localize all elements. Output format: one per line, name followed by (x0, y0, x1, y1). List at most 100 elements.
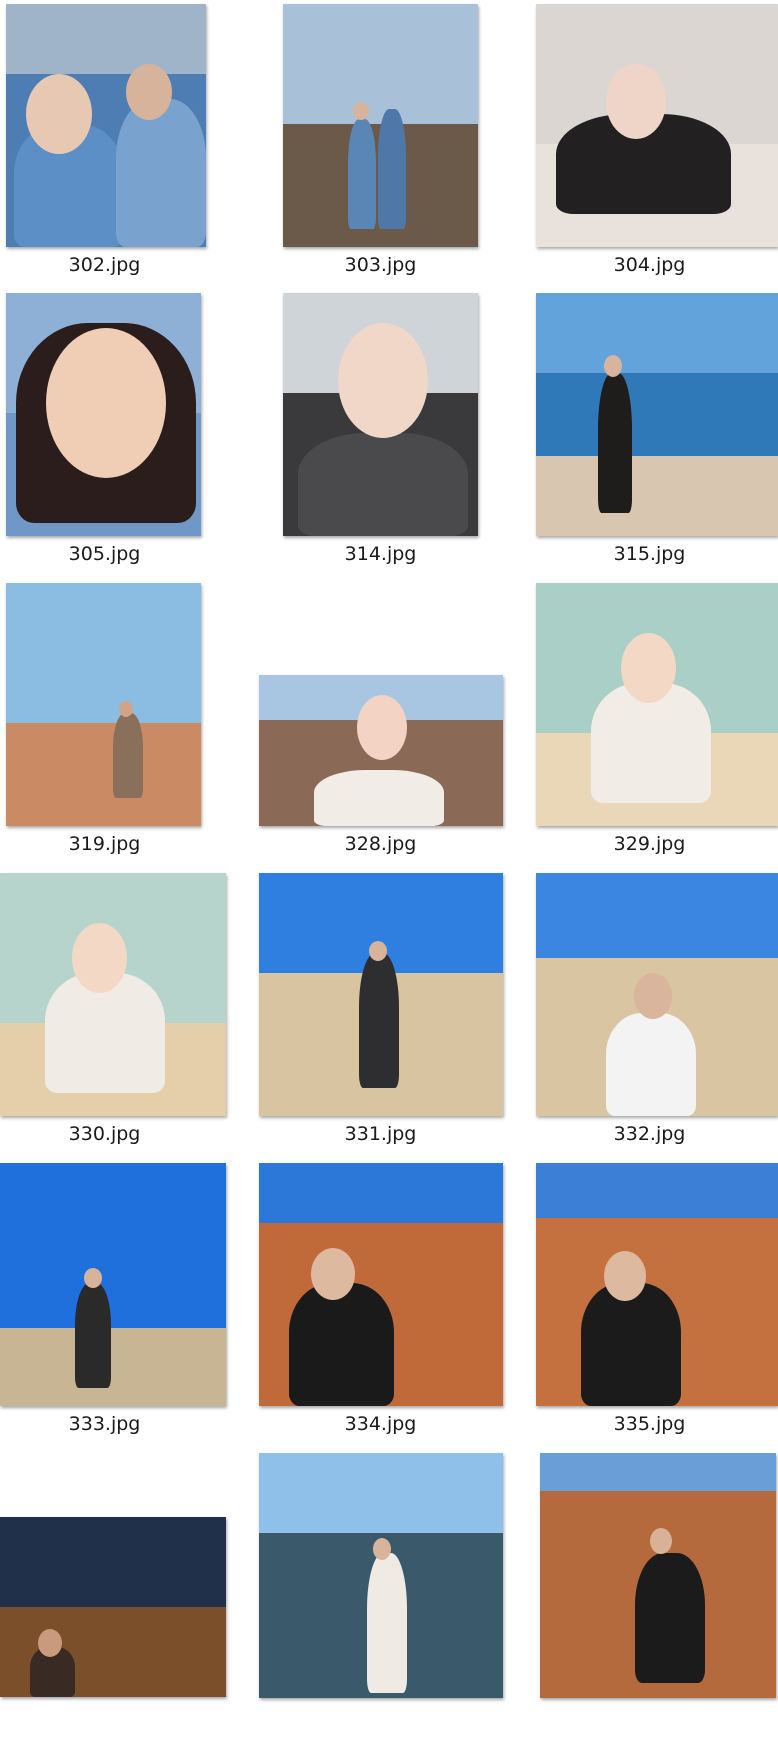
thumb-head (604, 355, 622, 377)
thumb-sky (536, 293, 778, 373)
file-tile[interactable]: 328.jpg (259, 580, 518, 870)
file-tile[interactable]: 333.jpg (0, 1160, 259, 1450)
thumb-sky (0, 1517, 226, 1607)
image-thumbnail[interactable] (259, 675, 503, 826)
file-tile[interactable]: 304.jpg (518, 0, 778, 290)
file-name: 328.jpg (344, 833, 417, 855)
file-name: 335.jpg (613, 1413, 686, 1435)
image-thumbnail[interactable] (0, 1163, 226, 1406)
thumb-head (38, 1629, 62, 1657)
file-name: 330.jpg (68, 1123, 141, 1145)
thumb-figure (75, 1283, 111, 1388)
thumb-sky (536, 1163, 778, 1218)
thumb-head (311, 1248, 355, 1300)
thumb-head (650, 1528, 672, 1554)
thumb-figure-2 (116, 99, 206, 247)
file-grid: 302.jpg 303.jpg 304.jpg 305.jpg 314.jpg … (0, 0, 778, 1698)
image-thumbnail[interactable] (536, 4, 778, 247)
thumb-figure (635, 1553, 705, 1683)
file-tile[interactable]: 334.jpg (259, 1160, 518, 1450)
image-thumbnail[interactable] (540, 1453, 776, 1698)
file-tile[interactable]: 329.jpg (518, 580, 778, 870)
thumb-figure (113, 713, 143, 798)
thumb-figure (367, 1553, 407, 1693)
thumb-head (26, 74, 92, 154)
thumb-ground (536, 373, 778, 456)
file-tile[interactable]: 305.jpg (0, 290, 259, 580)
thumb-head (634, 973, 672, 1019)
thumb-figure (289, 1283, 394, 1406)
image-thumbnail[interactable] (536, 583, 778, 826)
file-name: 314.jpg (344, 543, 417, 565)
file-tile[interactable]: 303.jpg (259, 0, 518, 290)
thumb-sky (259, 1453, 503, 1533)
thumb-figure (581, 1283, 681, 1406)
thumb-head (72, 923, 127, 993)
thumb-head (84, 1268, 102, 1288)
image-thumbnail[interactable] (536, 293, 778, 536)
thumb-head (369, 941, 387, 961)
file-name: 315.jpg (613, 543, 686, 565)
file-name: 302.jpg (68, 254, 141, 276)
thumb-sky (6, 583, 201, 723)
file-name: 329.jpg (613, 833, 686, 855)
file-tile[interactable]: 319.jpg (0, 580, 259, 870)
file-name: 331.jpg (344, 1123, 417, 1145)
file-tile[interactable] (259, 1450, 518, 1740)
thumb-sky (259, 1163, 503, 1223)
thumb-head (621, 633, 676, 703)
file-tile[interactable]: 332.jpg (518, 870, 778, 1160)
file-tile[interactable]: 302.jpg (0, 0, 259, 290)
file-tile[interactable]: 315.jpg (518, 290, 778, 580)
thumb-head-2 (126, 64, 172, 120)
thumb-ground (6, 723, 201, 826)
image-thumbnail[interactable] (6, 583, 201, 826)
image-thumbnail[interactable] (259, 1453, 503, 1698)
thumb-head (373, 1538, 391, 1560)
thumb-head (357, 695, 407, 760)
file-name: 305.jpg (68, 543, 141, 565)
thumb-sky (6, 4, 206, 74)
thumb-head (46, 328, 166, 478)
thumb-sky (540, 1453, 776, 1491)
thumb-ground (0, 1328, 226, 1406)
image-thumbnail[interactable] (259, 873, 503, 1116)
file-name: 319.jpg (68, 833, 141, 855)
file-tile[interactable]: 335.jpg (518, 1160, 778, 1450)
thumb-figure (359, 953, 399, 1088)
thumb-figure (606, 1013, 696, 1116)
image-thumbnail[interactable] (0, 873, 226, 1116)
image-thumbnail[interactable] (536, 1163, 778, 1406)
thumb-head (119, 701, 133, 717)
thumb-figure (348, 119, 376, 229)
image-thumbnail[interactable] (259, 1163, 503, 1406)
file-name: 333.jpg (68, 1413, 141, 1435)
file-tile[interactable]: 330.jpg (0, 870, 259, 1160)
thumb-figure (598, 373, 632, 513)
image-thumbnail[interactable] (0, 1517, 226, 1697)
thumb-pavement (536, 456, 778, 536)
file-name: 304.jpg (613, 254, 686, 276)
image-thumbnail[interactable] (283, 4, 478, 247)
thumb-head (353, 102, 369, 120)
file-tile[interactable] (518, 1450, 777, 1740)
image-thumbnail[interactable] (536, 873, 778, 1116)
thumb-figure (314, 770, 444, 826)
file-tile[interactable] (0, 1450, 259, 1740)
thumb-head (604, 1251, 646, 1301)
thumb-sky (0, 1163, 226, 1328)
thumb-head (606, 64, 666, 139)
file-name: 334.jpg (344, 1413, 417, 1435)
image-thumbnail[interactable] (6, 293, 201, 536)
image-thumbnail[interactable] (283, 293, 478, 536)
thumb-sky (536, 873, 778, 958)
file-tile[interactable]: 331.jpg (259, 870, 518, 1160)
thumb-figure (298, 433, 468, 536)
file-name: 332.jpg (613, 1123, 686, 1145)
file-name: 303.jpg (344, 254, 417, 276)
thumb-head (338, 323, 428, 438)
thumb-sky (283, 4, 478, 124)
thumb-figure-2 (378, 109, 406, 229)
image-thumbnail[interactable] (6, 4, 206, 247)
file-tile[interactable]: 314.jpg (259, 290, 518, 580)
